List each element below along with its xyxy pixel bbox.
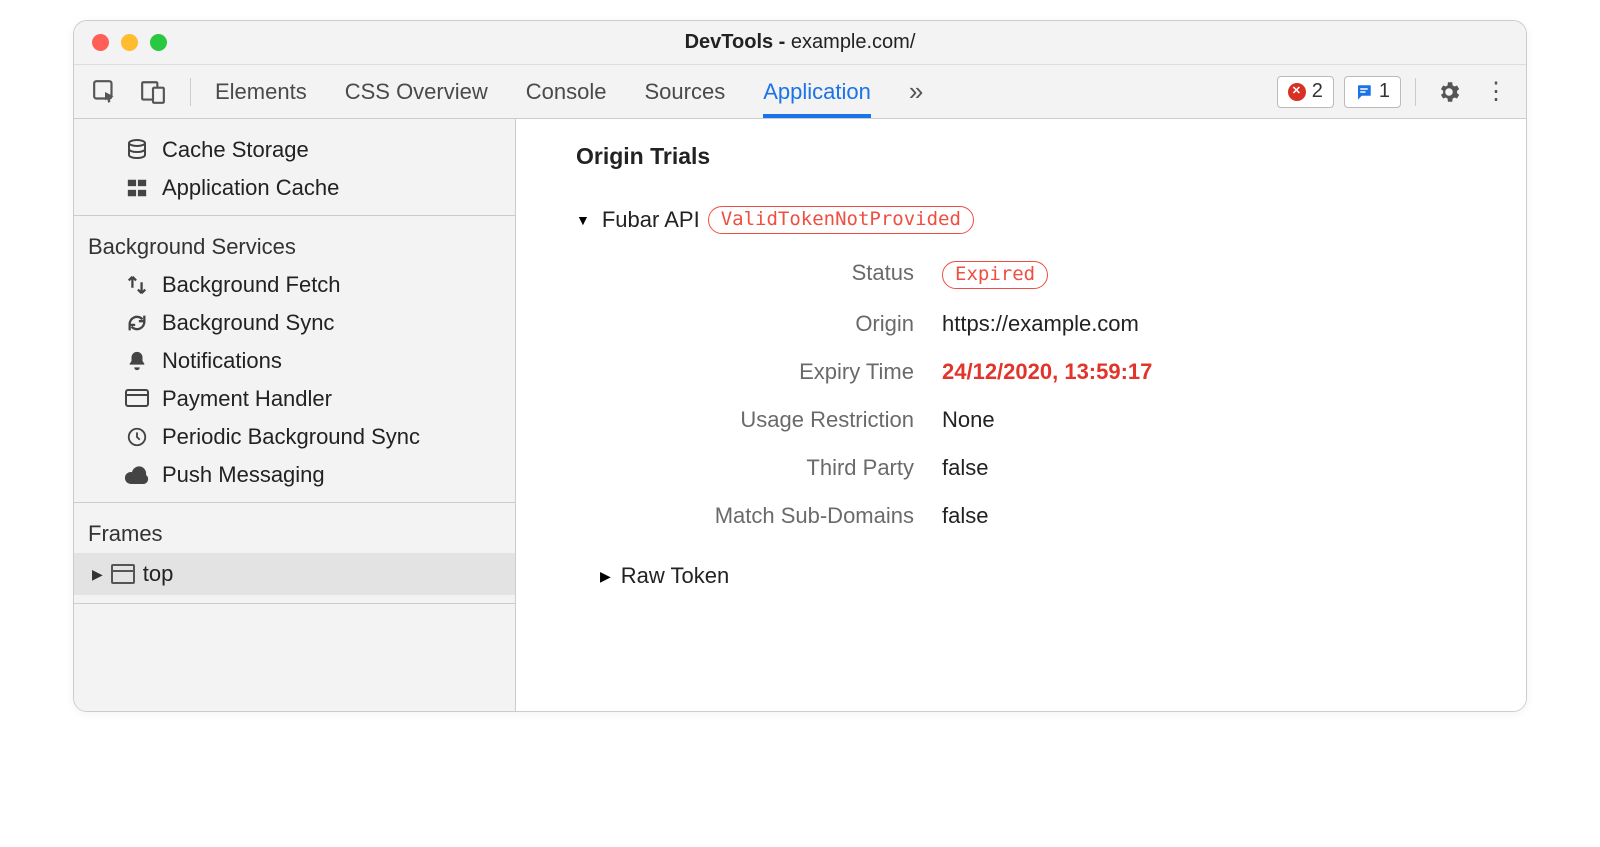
devtools-window: DevTools - example.com/ Elements CSS Ove… — [73, 20, 1527, 712]
expiry-value: 24/12/2020, 13:59:17 — [942, 359, 1526, 385]
fetch-icon — [124, 272, 150, 298]
chevron-right-icon: ▶ — [600, 568, 611, 585]
sidebar-item-label: Periodic Background Sync — [162, 424, 420, 450]
usage-restriction-label: Usage Restriction — [594, 407, 914, 433]
sidebar-item-label: top — [143, 561, 174, 587]
toolbar: Elements CSS Overview Console Sources Ap… — [74, 65, 1526, 119]
sidebar-item-payment-handler[interactable]: Payment Handler — [74, 380, 515, 418]
third-party-label: Third Party — [594, 455, 914, 481]
tab-sources[interactable]: Sources — [644, 65, 725, 118]
errors-badge[interactable]: 2 — [1277, 76, 1334, 108]
device-toolbar-icon[interactable] — [140, 79, 166, 105]
raw-token-row[interactable]: ▶ Raw Token — [600, 563, 1526, 589]
body: Cache Storage Application Cache Backgrou… — [74, 119, 1526, 711]
window-zoom-button[interactable] — [150, 34, 167, 51]
sidebar-item-label: Notifications — [162, 348, 282, 374]
third-party-value: false — [942, 455, 1526, 481]
tab-strip: Elements CSS Overview Console Sources Ap… — [215, 65, 923, 118]
origin-label: Origin — [594, 311, 914, 337]
messages-count: 1 — [1379, 80, 1390, 103]
sidebar-group-title: Frames — [74, 511, 515, 553]
status-pill: Expired — [942, 261, 1048, 289]
match-subdomains-label: Match Sub-Domains — [594, 503, 914, 529]
chevron-right-icon: ▶ — [92, 566, 103, 583]
tab-css-overview[interactable]: CSS Overview — [345, 65, 488, 118]
tab-elements[interactable]: Elements — [215, 65, 307, 118]
sidebar-item-background-sync[interactable]: Background Sync — [74, 304, 515, 342]
error-icon — [1288, 83, 1306, 101]
chevron-down-icon: ▼ — [576, 212, 590, 228]
sync-icon — [124, 310, 150, 336]
sidebar-item-label: Background Fetch — [162, 272, 341, 298]
window-title-host: example.com/ — [791, 31, 916, 53]
sidebar-group-title: Background Services — [74, 224, 515, 266]
sidebar-item-frame-top[interactable]: ▶ top — [74, 553, 515, 595]
card-icon — [124, 386, 150, 412]
cloud-icon — [124, 462, 150, 488]
raw-token-label: Raw Token — [621, 563, 729, 589]
sidebar-item-cache-storage[interactable]: Cache Storage — [74, 131, 515, 169]
sidebar-item-background-fetch[interactable]: Background Fetch — [74, 266, 515, 304]
sidebar-item-push-messaging[interactable]: Push Messaging — [74, 456, 515, 494]
more-tabs-icon[interactable]: » — [909, 76, 923, 107]
match-subdomains-value: false — [942, 503, 1526, 529]
titlebar: DevTools - example.com/ — [74, 21, 1526, 65]
usage-restriction-value: None — [942, 407, 1526, 433]
clock-icon — [124, 424, 150, 450]
status-value: Expired — [942, 260, 1526, 289]
sidebar-item-label: Payment Handler — [162, 386, 332, 412]
window-title: DevTools - example.com/ — [74, 31, 1526, 54]
database-icon — [124, 137, 150, 163]
tab-console[interactable]: Console — [526, 65, 607, 118]
window-close-button[interactable] — [92, 34, 109, 51]
errors-count: 2 — [1312, 80, 1323, 103]
bell-icon — [124, 348, 150, 374]
page-heading: Origin Trials — [576, 143, 1526, 170]
sidebar-group-background-services: Background Services Background Fetch Bac… — [74, 216, 515, 503]
sidebar-item-label: Background Sync — [162, 310, 334, 336]
message-icon — [1355, 83, 1373, 101]
toolbar-right: 2 1 ⋮ — [1277, 75, 1514, 109]
messages-badge[interactable]: 1 — [1344, 76, 1401, 108]
expiry-label: Expiry Time — [594, 359, 914, 385]
sidebar-item-label: Push Messaging — [162, 462, 325, 488]
trial-status-pill: ValidTokenNotProvided — [708, 206, 974, 234]
window-title-prefix: DevTools - — [685, 31, 791, 53]
origin-value: https://example.com — [942, 311, 1526, 337]
main-content: Origin Trials ▼ Fubar API ValidTokenNotP… — [516, 119, 1526, 711]
frame-icon — [111, 564, 135, 584]
sidebar-item-notifications[interactable]: Notifications — [74, 342, 515, 380]
sidebar-group-frames: Frames ▶ top — [74, 503, 515, 604]
trial-details: Status Expired Origin https://example.co… — [594, 260, 1526, 529]
trial-header[interactable]: ▼ Fubar API ValidTokenNotProvided — [576, 206, 1526, 234]
window-minimize-button[interactable] — [121, 34, 138, 51]
grid-icon — [124, 175, 150, 201]
settings-gear-icon[interactable] — [1430, 75, 1468, 109]
status-label: Status — [594, 260, 914, 289]
trial-name: Fubar API — [602, 207, 700, 233]
traffic-lights — [74, 34, 167, 51]
sidebar-item-label: Application Cache — [162, 175, 339, 201]
sidebar-item-application-cache[interactable]: Application Cache — [74, 169, 515, 207]
sidebar-group-cache: Cache Storage Application Cache — [74, 119, 515, 216]
toolbar-separator — [1415, 78, 1416, 106]
tab-application[interactable]: Application — [763, 65, 871, 118]
inspect-element-icon[interactable] — [92, 79, 118, 105]
sidebar-item-label: Cache Storage — [162, 137, 309, 163]
sidebar: Cache Storage Application Cache Backgrou… — [74, 119, 516, 711]
toolbar-separator — [190, 78, 191, 106]
more-options-icon[interactable]: ⋮ — [1478, 76, 1514, 108]
sidebar-item-periodic-background-sync[interactable]: Periodic Background Sync — [74, 418, 515, 456]
